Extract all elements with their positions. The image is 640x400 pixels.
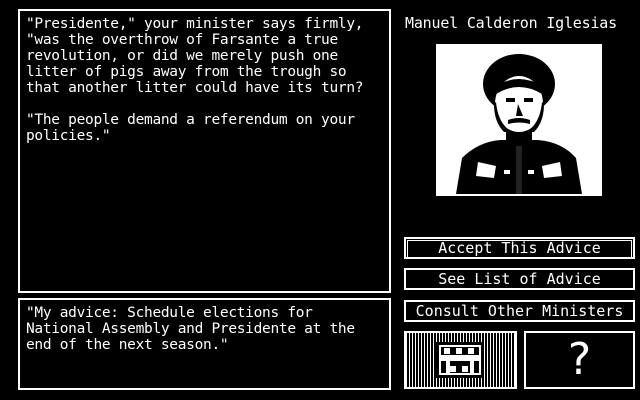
advice-text: "My advice: Schedule elections for Natio… [26,305,364,353]
question-mark-icon: ? [567,334,592,385]
cabinet-meeting-icon [436,342,484,378]
cabinet-meeting-button[interactable] [404,331,517,389]
story-panel: "Presidente," your minister says firmly,… [18,9,391,293]
accept-advice-button[interactable]: Accept This Advice [404,237,635,259]
minister-portrait-image [438,46,600,194]
see-list-of-advice-button[interactable]: See List of Advice [404,268,635,290]
accept-advice-label: Accept This Advice [407,240,632,258]
help-button[interactable]: ? [524,331,635,389]
story-text: "Presidente," your minister says firmly,… [26,16,364,144]
advice-panel: "My advice: Schedule elections for Natio… [18,298,391,390]
minister-portrait [436,44,602,196]
consult-other-ministers-button[interactable]: Consult Other Ministers [404,300,635,322]
minister-name: Manuel Calderon Iglesias [405,14,617,32]
